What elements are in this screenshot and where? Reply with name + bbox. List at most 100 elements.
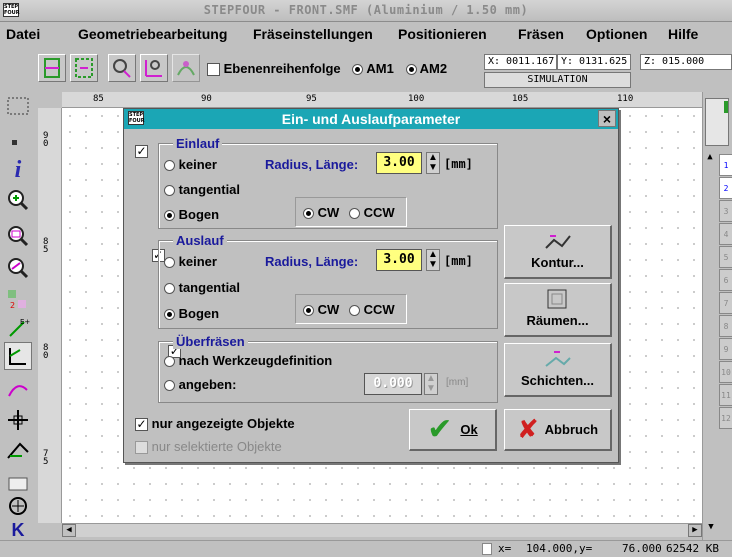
move-icon[interactable]: E+: [4, 314, 32, 342]
einlauf-keiner-radio[interactable]: [164, 160, 175, 172]
am2-radio[interactable]: [405, 64, 417, 76]
layer-tab-3[interactable]: 3: [719, 200, 732, 222]
ruler-tick: 7 5: [43, 449, 49, 467]
einlauf-tangential-option[interactable]: tangential: [164, 182, 240, 197]
zoom-window-icon[interactable]: [4, 222, 32, 250]
kontur-button[interactable]: Kontur...: [504, 225, 612, 279]
scroll-down-icon[interactable]: ▼: [705, 522, 717, 536]
auslauf-keiner-option[interactable]: keiner: [164, 254, 217, 269]
layer-tab-5[interactable]: 5: [719, 246, 732, 268]
ruler-tick: 8 5: [43, 237, 49, 255]
einlauf-bogen-option[interactable]: Bogen: [164, 207, 219, 222]
zoom-in-icon[interactable]: [4, 186, 32, 214]
nur-angezeigte-checkbox[interactable]: ✓: [135, 418, 148, 432]
crosshair-icon[interactable]: [4, 406, 32, 434]
einlauf-spinner[interactable]: ▲ ▼: [426, 152, 440, 174]
layer-tab-12[interactable]: 12: [719, 407, 732, 429]
layer-tab-4[interactable]: 4: [719, 223, 732, 245]
einlauf-cw-radio[interactable]: [303, 208, 314, 220]
ruler-tick: 8 0: [43, 343, 49, 361]
info-icon[interactable]: i: [4, 156, 32, 184]
auslauf-cw-label: CW: [317, 302, 340, 317]
auslauf-radius-input[interactable]: 3.00: [376, 249, 422, 271]
auslauf-cw-option[interactable]: CW: [303, 302, 339, 317]
auslauf-unit: [mm]: [444, 254, 473, 268]
angle-icon[interactable]: [4, 436, 32, 464]
einlauf-cw-option[interactable]: CW: [303, 205, 339, 220]
layer-tab-11[interactable]: 11: [719, 384, 732, 406]
nur-selektierte-checkbox[interactable]: [135, 441, 148, 455]
layer-tab-2[interactable]: 2: [719, 177, 732, 199]
menu-optionen[interactable]: Optionen: [586, 26, 647, 42]
einlauf-ccw-radio[interactable]: [349, 208, 360, 220]
menu-datei[interactable]: Datei: [6, 26, 40, 42]
einlauf-radius-input[interactable]: 3.00: [376, 152, 422, 174]
checkmark-icon: ✔: [427, 412, 453, 447]
ueberfraesen-value-input[interactable]: 0.000: [364, 373, 422, 395]
simulation-icon[interactable]: [172, 54, 200, 82]
layer-tab-9[interactable]: 9: [719, 338, 732, 360]
auslauf-ccw-option[interactable]: CCW: [349, 302, 395, 317]
ebenen-checkbox[interactable]: [207, 63, 220, 77]
am1-label: AM1: [366, 61, 394, 76]
auslauf-bogen-option[interactable]: Bogen: [164, 306, 219, 321]
ueberfraesen-spinner[interactable]: ▲ ▼: [424, 373, 438, 395]
layer-tab-1[interactable]: 1: [719, 154, 732, 176]
ueberfraesen-angeben-option[interactable]: angeben:: [164, 377, 236, 392]
layer-tab-8[interactable]: 8: [719, 315, 732, 337]
mill-pocket-icon[interactable]: [70, 54, 98, 82]
ueberfraesen-nach-option[interactable]: nach Werkzeugdefinition: [164, 353, 332, 368]
ruler-tick: 110: [617, 94, 634, 104]
auslauf-ccw-radio[interactable]: [349, 305, 360, 317]
einlauf-bogen-radio[interactable]: [164, 210, 175, 222]
point-icon[interactable]: [4, 130, 32, 158]
ueberfraesen-angeben-label: angeben:: [178, 377, 237, 392]
auslauf-spinner[interactable]: ▲ ▼: [426, 249, 440, 271]
nur-selektierte-option[interactable]: nur selektierte Objekte: [135, 439, 282, 455]
menu-hilfe[interactable]: Hilfe: [668, 26, 698, 42]
einlauf-title: Einlauf: [173, 136, 223, 151]
contour-icon[interactable]: [4, 342, 32, 370]
mill-path-icon[interactable]: [38, 54, 66, 82]
einlauf-ccw-option[interactable]: CCW: [349, 205, 395, 220]
menu-positionieren[interactable]: Positionieren: [398, 26, 487, 42]
raeumen-button[interactable]: Räumen...: [504, 283, 612, 337]
status-memory: 62542 KB: [666, 542, 719, 555]
am1-radio[interactable]: [352, 64, 364, 76]
ok-button[interactable]: ✔ Ok: [409, 409, 497, 451]
layer-tab-6[interactable]: 6: [719, 269, 732, 291]
zoom-out-icon[interactable]: [4, 254, 32, 282]
scroll-right-icon[interactable]: ▶: [688, 524, 702, 537]
close-button[interactable]: ×: [598, 110, 616, 127]
tool-icon[interactable]: [108, 54, 136, 82]
tool-path-icon[interactable]: [140, 54, 168, 82]
menu-geometriebearbeitung[interactable]: Geometriebearbeitung: [78, 26, 227, 42]
auslauf-keiner-radio[interactable]: [164, 257, 175, 269]
horizontal-scrollbar[interactable]: ◀ ▶: [62, 523, 702, 537]
layer-tab-7[interactable]: 7: [719, 292, 732, 314]
auslauf-tangential-radio[interactable]: [164, 283, 175, 295]
menu-fraesen[interactable]: Fräsen: [518, 26, 564, 42]
scroll-up-icon[interactable]: ▲: [705, 152, 715, 166]
layer-tab-10[interactable]: 10: [719, 361, 732, 383]
auslauf-tangential-option[interactable]: tangential: [164, 280, 240, 295]
einlauf-keiner-option[interactable]: keiner: [164, 157, 217, 172]
einlauf-tangential-radio[interactable]: [164, 185, 175, 197]
auslauf-cw-radio[interactable]: [303, 305, 314, 317]
schichten-button[interactable]: Schichten...: [504, 343, 612, 397]
scroll-left-icon[interactable]: ◀: [62, 524, 76, 537]
abbruch-button[interactable]: ✘ Abbruch: [504, 409, 612, 451]
window-select-icon[interactable]: [4, 92, 32, 120]
nur-angezeigte-option[interactable]: ✓ nur angezeigte Objekte: [135, 416, 295, 432]
ueberfraesen-nach-radio[interactable]: [164, 356, 175, 368]
einlauf-checkbox[interactable]: ✓: [135, 145, 148, 159]
layer-indicator[interactable]: [705, 98, 729, 146]
auslauf-bogen-label: Bogen: [178, 306, 220, 321]
ueberfraesen-angeben-radio[interactable]: [164, 380, 175, 392]
menu-fraeseinstellungen[interactable]: Fräseinstellungen: [253, 26, 373, 42]
arc-path-icon[interactable]: [4, 374, 32, 402]
ebenen-option[interactable]: Ebenenreihenfolge AM1 AM2: [207, 61, 447, 77]
einlauf-bogen-label: Bogen: [178, 207, 220, 222]
layer-icon[interactable]: 2: [4, 286, 32, 314]
auslauf-bogen-radio[interactable]: [164, 309, 175, 321]
